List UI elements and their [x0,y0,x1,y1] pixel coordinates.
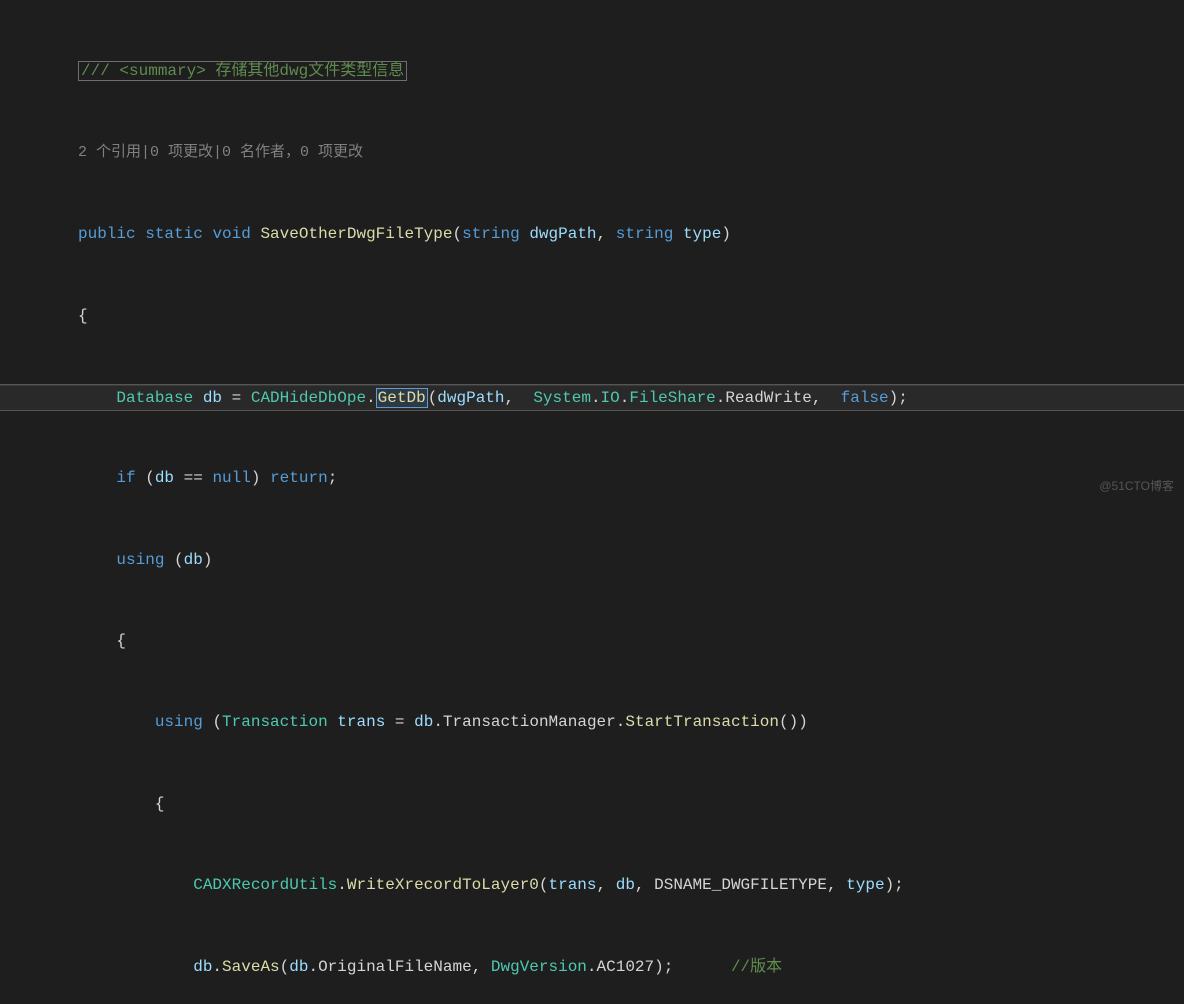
code-line[interactable]: CADXRecordUtils.WriteXrecordToLayer0(tra… [0,872,1184,899]
codelens-info[interactable]: 2 个引用|0 项更改|0 名作者，0 项更改 [0,140,1184,167]
code-line[interactable]: { [0,628,1184,655]
code-line[interactable]: /// <summary> 存储其他dwg文件类型信息 [0,58,1184,85]
code-line[interactable]: if (db == null) return; [0,465,1184,492]
selected-symbol[interactable]: GetDb [376,388,428,408]
code-line[interactable]: using (Transaction trans = db.Transactio… [0,709,1184,736]
code-line[interactable]: public static void SaveOtherDwgFileType(… [0,221,1184,248]
code-line[interactable]: { [0,303,1184,330]
xml-summary: /// <summary> 存储其他dwg文件类型信息 [78,61,407,81]
code-line[interactable]: { [0,791,1184,818]
code-line[interactable]: db.SaveAs(db.OriginalFileName, DwgVersio… [0,954,1184,981]
code-editor[interactable]: /// <summary> 存储其他dwg文件类型信息 2 个引用|0 项更改|… [0,0,1184,1004]
comment: //版本 [731,958,782,976]
watermark: @51CTO博客 [1099,476,1174,496]
code-line-highlighted[interactable]: Database db = CADHideDbOpe.GetDb(dwgPath… [0,384,1184,411]
code-line[interactable]: using (db) [0,547,1184,574]
